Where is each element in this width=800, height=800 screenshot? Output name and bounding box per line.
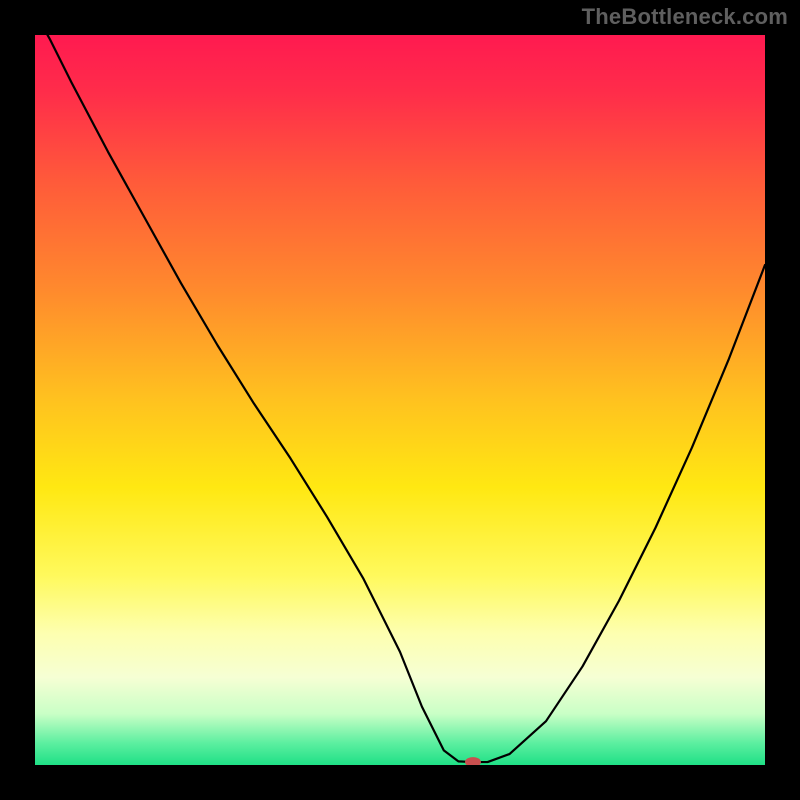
chart-plot-area: [35, 35, 765, 765]
chart-svg: [35, 35, 765, 765]
watermark-text: TheBottleneck.com: [582, 4, 788, 30]
chart-background: [35, 35, 765, 765]
